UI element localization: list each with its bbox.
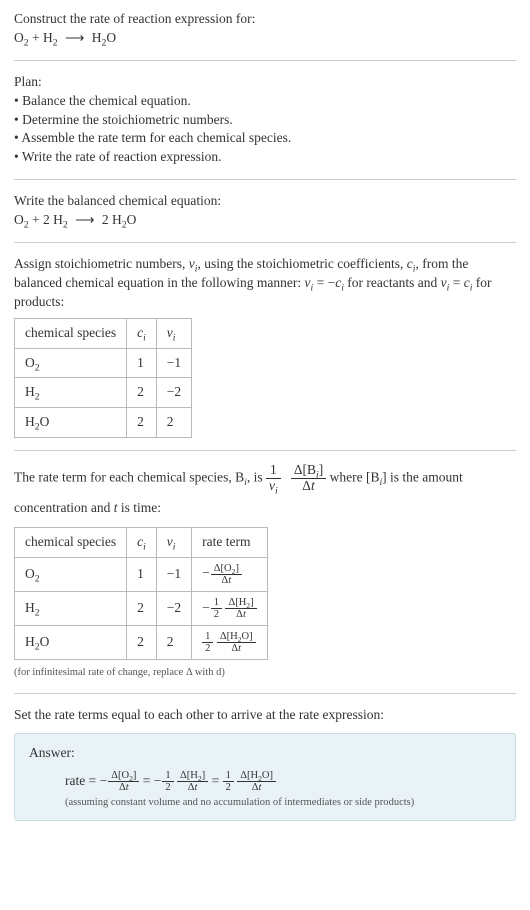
text: The rate term for each chemical species, (14, 470, 235, 485)
cell-rate: −12 Δ[H2]Δt (192, 591, 267, 625)
cell-vi: −1 (156, 348, 191, 378)
cell-vi: −2 (156, 591, 191, 625)
rateterm-footnote: (for infinitesimal rate of change, repla… (14, 666, 516, 681)
cell-ci: 2 (127, 591, 157, 625)
cell-vi: −1 (156, 557, 191, 591)
fraction: Δ[H2O]Δt (217, 631, 256, 654)
stoich-table: chemical species ci νi O2 1 −1 H2 2 −2 H… (14, 318, 192, 439)
text: for reactants and (344, 275, 441, 290)
answer-label: Answer: (29, 744, 501, 763)
rateterm-block: The rate term for each chemical species,… (14, 463, 516, 681)
fraction: Δ[H2]Δt (225, 597, 256, 620)
plan-title: Plan: (14, 73, 516, 92)
fraction: 12 (202, 631, 213, 654)
cell-ci: 1 (127, 557, 157, 591)
table-row: H2O 2 2 12 Δ[H2O]Δt (15, 626, 268, 660)
table-row: O2 1 −1 (15, 348, 192, 378)
rateterm-table: chemical species ci νi rate term O2 1 −1… (14, 527, 268, 660)
cell-species: O2 (15, 557, 127, 591)
table-row: chemical species ci νi (15, 318, 192, 348)
plan-item: • Determine the stoichiometric numbers. (14, 111, 516, 130)
divider (14, 60, 516, 61)
col-ci: ci (127, 527, 157, 557)
table-row: H2O 2 2 (15, 408, 192, 438)
text: is time: (117, 500, 161, 515)
stoich-intro: Assign stoichiometric numbers, νi, using… (14, 255, 516, 312)
cell-ci: 2 (127, 626, 157, 660)
table-row: H2 2 −2 (15, 378, 192, 408)
final-lead: Set the rate terms equal to each other t… (14, 706, 516, 725)
table-row: chemical species ci νi rate term (15, 527, 268, 557)
balanced-block: Write the balanced chemical equation: O2… (14, 192, 516, 230)
plan-item: • Assemble the rate term for each chemic… (14, 129, 516, 148)
balanced-equation: O2 + 2 H2 ⟶ 2 H2O (14, 211, 516, 230)
cell-ci: 1 (127, 348, 157, 378)
table-row: O2 1 −1 −Δ[O2]Δt (15, 557, 268, 591)
cell-species: O2 (15, 348, 127, 378)
cell-species: H2 (15, 378, 127, 408)
fraction: Δ[Bi]Δt (291, 463, 326, 494)
plan-block: Plan: • Balance the chemical equation. •… (14, 73, 516, 167)
intro-line: Construct the rate of reaction expressio… (14, 10, 516, 29)
cell-rate: 12 Δ[H2O]Δt (192, 626, 267, 660)
fraction: 12 (223, 770, 234, 793)
col-vi: νi (156, 318, 191, 348)
col-species: chemical species (15, 318, 127, 348)
stoich-block: Assign stoichiometric numbers, νi , using… (14, 255, 516, 438)
fraction: Δ[H2]Δt (177, 770, 208, 793)
intro-block: Construct the rate of reaction expressio… (14, 10, 516, 48)
arrow-icon: ⟶ (71, 212, 98, 227)
answer-assumption: (assuming constant volume and no accumul… (29, 794, 501, 811)
fraction: Δ[O2]Δt (211, 563, 242, 586)
fraction: 12 (162, 770, 173, 793)
col-ci: ci (127, 318, 157, 348)
cell-species: H2O (15, 408, 127, 438)
final-block: Set the rate terms equal to each other t… (14, 706, 516, 822)
intro-equation: O2 + H2 ⟶ H2O (14, 29, 516, 48)
divider (14, 693, 516, 694)
text: , is (247, 470, 266, 485)
fraction: Δ[H2O]Δt (237, 770, 276, 793)
cell-species: H2 (15, 591, 127, 625)
fraction: Δ[O2]Δt (108, 770, 139, 793)
text: , using the stoichiometric coefficients, (197, 256, 406, 271)
divider (14, 450, 516, 451)
cell-vi: −2 (156, 378, 191, 408)
col-vi: νi (156, 527, 191, 557)
cell-vi: 2 (156, 408, 191, 438)
plan-item: • Balance the chemical equation. (14, 92, 516, 111)
balanced-title: Write the balanced chemical equation: (14, 192, 516, 211)
cell-vi: 2 (156, 626, 191, 660)
table-row: H2 2 −2 −12 Δ[H2]Δt (15, 591, 268, 625)
answer-expression: rate = −Δ[O2]Δt = −12 Δ[H2]Δt = 12 Δ[H2O… (29, 767, 501, 794)
arrow-icon: ⟶ (61, 30, 88, 45)
col-rate: rate term (192, 527, 267, 557)
cell-ci: 2 (127, 378, 157, 408)
fraction: 1νi (266, 463, 281, 494)
plan-item: • Write the rate of reaction expression. (14, 148, 516, 167)
text: where (330, 470, 366, 485)
rateterm-lead: The rate term for each chemical species,… (14, 463, 516, 521)
divider (14, 242, 516, 243)
cell-species: H2O (15, 626, 127, 660)
divider (14, 179, 516, 180)
fraction: 12 (211, 597, 222, 620)
text: Assign stoichiometric numbers, (14, 256, 189, 271)
answer-box: Answer: rate = −Δ[O2]Δt = −12 Δ[H2]Δt = … (14, 733, 516, 822)
col-species: chemical species (15, 527, 127, 557)
cell-ci: 2 (127, 408, 157, 438)
cell-rate: −Δ[O2]Δt (192, 557, 267, 591)
